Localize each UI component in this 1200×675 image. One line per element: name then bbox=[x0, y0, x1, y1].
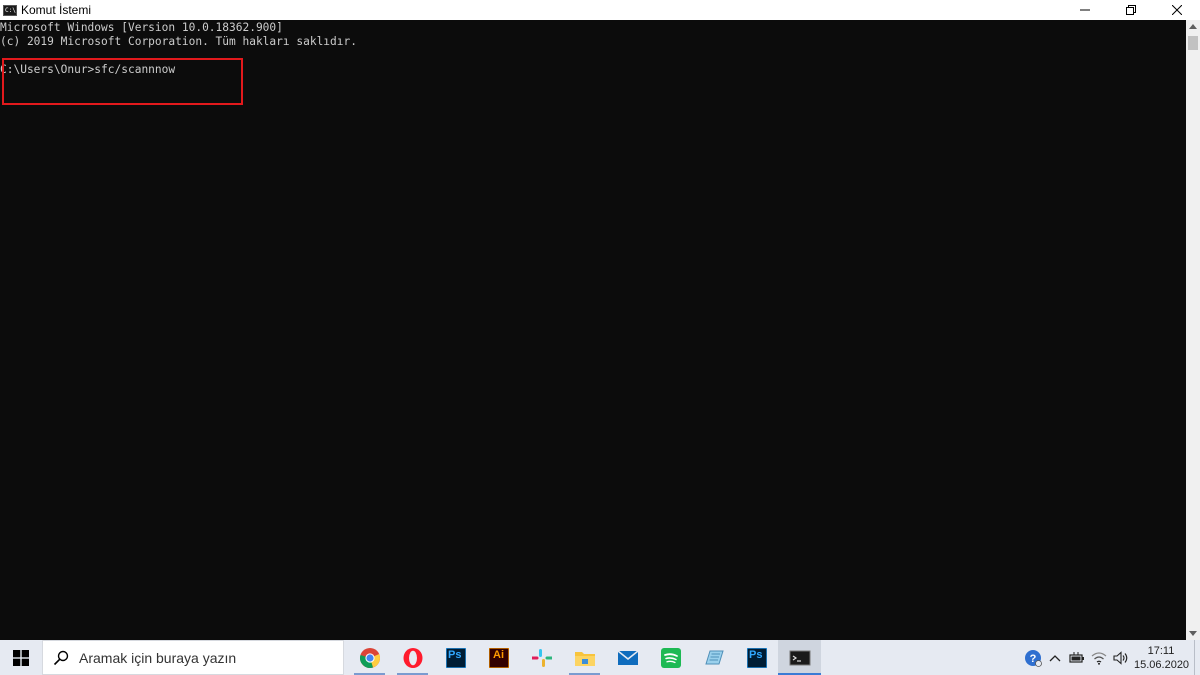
illustrator-label: Ai bbox=[493, 649, 504, 661]
cmd-app-icon[interactable]: C:\ bbox=[3, 4, 17, 16]
tray-wifi[interactable] bbox=[1088, 640, 1110, 675]
tray-volume[interactable] bbox=[1110, 640, 1132, 675]
taskbar-file-explorer[interactable] bbox=[563, 640, 606, 675]
search-icon bbox=[53, 650, 69, 665]
taskbar-clock[interactable]: 17:11 15.06.2020 bbox=[1134, 644, 1190, 672]
battery-plug-icon bbox=[1069, 651, 1084, 663]
taskbar-search-box[interactable]: Aramak için buraya yazın bbox=[42, 640, 344, 675]
taskbar-slack[interactable] bbox=[520, 640, 563, 675]
window-title: Komut İstemi bbox=[21, 3, 92, 17]
taskbar-opera[interactable] bbox=[391, 640, 434, 675]
restore-button[interactable] bbox=[1108, 0, 1154, 20]
opera-icon bbox=[403, 647, 422, 668]
minimize-icon bbox=[1080, 9, 1090, 11]
windows-logo-icon bbox=[13, 649, 29, 666]
console-line-copyright: (c) 2019 Microsoft Corporation. Tüm hakl… bbox=[0, 35, 357, 48]
taskbar: Aramak için buraya yazın Ps Ai Ps ? 17:1… bbox=[0, 640, 1200, 675]
restore-icon bbox=[1126, 5, 1136, 15]
tray-show-hidden[interactable] bbox=[1044, 640, 1066, 675]
taskbar-spotify[interactable] bbox=[649, 640, 692, 675]
minimize-button[interactable] bbox=[1062, 0, 1108, 20]
taskbar-chrome[interactable] bbox=[348, 640, 391, 675]
taskbar-apps: Ps Ai Ps bbox=[348, 640, 821, 675]
taskbar-notepad[interactable] bbox=[692, 640, 735, 675]
taskbar-photoshop-2[interactable]: Ps bbox=[735, 640, 778, 675]
vertical-scrollbar[interactable] bbox=[1186, 20, 1200, 640]
close-button[interactable] bbox=[1154, 0, 1200, 20]
search-placeholder: Aramak için buraya yazın bbox=[79, 649, 237, 666]
notepad-icon bbox=[704, 650, 724, 664]
photoshop-label: Ps bbox=[448, 649, 462, 661]
tray-help[interactable]: ? bbox=[1022, 640, 1044, 675]
scroll-up-arrow-icon[interactable] bbox=[1189, 24, 1197, 29]
speaker-icon bbox=[1113, 650, 1128, 665]
help-icon: ? bbox=[1025, 649, 1042, 667]
console-line-version: Microsoft Windows [Version 10.0.18362.90… bbox=[0, 21, 283, 34]
cmd-app-icon-glyph: C:\ bbox=[5, 6, 16, 14]
tray-battery[interactable] bbox=[1066, 640, 1088, 675]
slack-icon bbox=[531, 648, 552, 667]
taskbar-photoshop[interactable]: Ps bbox=[434, 640, 477, 675]
close-icon bbox=[1172, 5, 1182, 15]
title-bar[interactable]: C:\ Komut İstemi bbox=[0, 0, 1200, 20]
taskbar-illustrator[interactable]: Ai bbox=[477, 640, 520, 675]
highlight-box bbox=[2, 58, 243, 105]
console-area[interactable]: Microsoft Windows [Version 10.0.18362.90… bbox=[0, 20, 1186, 640]
taskbar-mail[interactable] bbox=[606, 640, 649, 675]
clock-time: 17:11 bbox=[1147, 644, 1175, 657]
window-controls bbox=[1062, 0, 1200, 20]
scroll-down-arrow-icon[interactable] bbox=[1189, 631, 1197, 636]
chevron-up-icon bbox=[1049, 654, 1061, 661]
mail-icon bbox=[617, 649, 638, 665]
taskbar-command-prompt[interactable] bbox=[778, 640, 821, 675]
spotify-icon bbox=[660, 647, 681, 668]
scroll-thumb[interactable] bbox=[1188, 36, 1198, 50]
show-desktop-button[interactable] bbox=[1194, 640, 1200, 675]
start-button[interactable] bbox=[0, 640, 42, 675]
wifi-icon bbox=[1091, 651, 1107, 665]
command-prompt-icon bbox=[789, 650, 810, 665]
folder-icon bbox=[574, 651, 595, 666]
system-tray: ? 17:11 15.06.2020 bbox=[1022, 640, 1200, 675]
clock-date: 15.06.2020 bbox=[1134, 658, 1190, 671]
photoshop-2-label: Ps bbox=[749, 649, 763, 661]
chrome-icon bbox=[359, 647, 380, 668]
